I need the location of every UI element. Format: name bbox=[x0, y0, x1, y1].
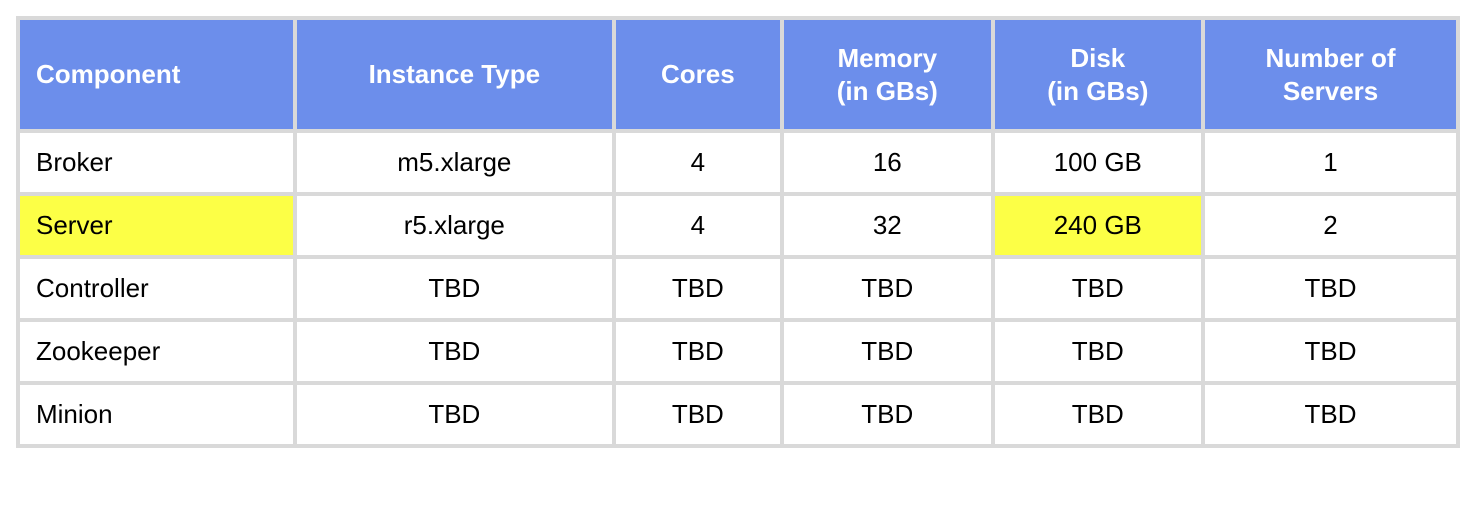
cell-component: Minion bbox=[18, 383, 295, 446]
sizing-table: Component Instance Type Cores Memory (in… bbox=[16, 16, 1460, 448]
cell-component: Zookeeper bbox=[18, 320, 295, 383]
cell-memory: TBD bbox=[782, 383, 993, 446]
header-servers-line2: Servers bbox=[1221, 75, 1440, 108]
cell-disk: TBD bbox=[993, 257, 1204, 320]
cell-disk: TBD bbox=[993, 320, 1204, 383]
cell-instance-type: r5.xlarge bbox=[295, 194, 614, 257]
cell-disk: 100 GB bbox=[993, 131, 1204, 194]
cell-disk: 240 GB bbox=[993, 194, 1204, 257]
cell-instance-type: TBD bbox=[295, 383, 614, 446]
cell-component: Server bbox=[18, 194, 295, 257]
cell-cores: 4 bbox=[614, 194, 782, 257]
cell-memory: TBD bbox=[782, 257, 993, 320]
header-disk: Disk (in GBs) bbox=[993, 18, 1204, 131]
cell-servers: 2 bbox=[1203, 194, 1458, 257]
header-servers: Number of Servers bbox=[1203, 18, 1458, 131]
cell-servers: TBD bbox=[1203, 383, 1458, 446]
cell-cores: 4 bbox=[614, 131, 782, 194]
header-servers-line1: Number of bbox=[1221, 42, 1440, 75]
table-row: Serverr5.xlarge432240 GB2 bbox=[18, 194, 1458, 257]
table-body: Brokerm5.xlarge416100 GB1Serverr5.xlarge… bbox=[18, 131, 1458, 446]
table-row: MinionTBDTBDTBDTBDTBD bbox=[18, 383, 1458, 446]
header-memory-line2: (in GBs) bbox=[800, 75, 975, 108]
header-component: Component bbox=[18, 18, 295, 131]
table-row: ControllerTBDTBDTBDTBDTBD bbox=[18, 257, 1458, 320]
table-header-row: Component Instance Type Cores Memory (in… bbox=[18, 18, 1458, 131]
cell-cores: TBD bbox=[614, 383, 782, 446]
header-cores: Cores bbox=[614, 18, 782, 131]
cell-cores: TBD bbox=[614, 257, 782, 320]
cell-servers: TBD bbox=[1203, 320, 1458, 383]
header-memory: Memory (in GBs) bbox=[782, 18, 993, 131]
cell-cores: TBD bbox=[614, 320, 782, 383]
table-row: ZookeeperTBDTBDTBDTBDTBD bbox=[18, 320, 1458, 383]
cell-component: Broker bbox=[18, 131, 295, 194]
header-disk-line1: Disk bbox=[1011, 42, 1186, 75]
header-memory-line1: Memory bbox=[800, 42, 975, 75]
cell-instance-type: TBD bbox=[295, 320, 614, 383]
cell-instance-type: TBD bbox=[295, 257, 614, 320]
header-disk-line2: (in GBs) bbox=[1011, 75, 1186, 108]
cell-component: Controller bbox=[18, 257, 295, 320]
cell-memory: 16 bbox=[782, 131, 993, 194]
cell-instance-type: m5.xlarge bbox=[295, 131, 614, 194]
cell-disk: TBD bbox=[993, 383, 1204, 446]
cell-memory: 32 bbox=[782, 194, 993, 257]
cell-memory: TBD bbox=[782, 320, 993, 383]
header-instance-type: Instance Type bbox=[295, 18, 614, 131]
cell-servers: 1 bbox=[1203, 131, 1458, 194]
cell-servers: TBD bbox=[1203, 257, 1458, 320]
table-row: Brokerm5.xlarge416100 GB1 bbox=[18, 131, 1458, 194]
